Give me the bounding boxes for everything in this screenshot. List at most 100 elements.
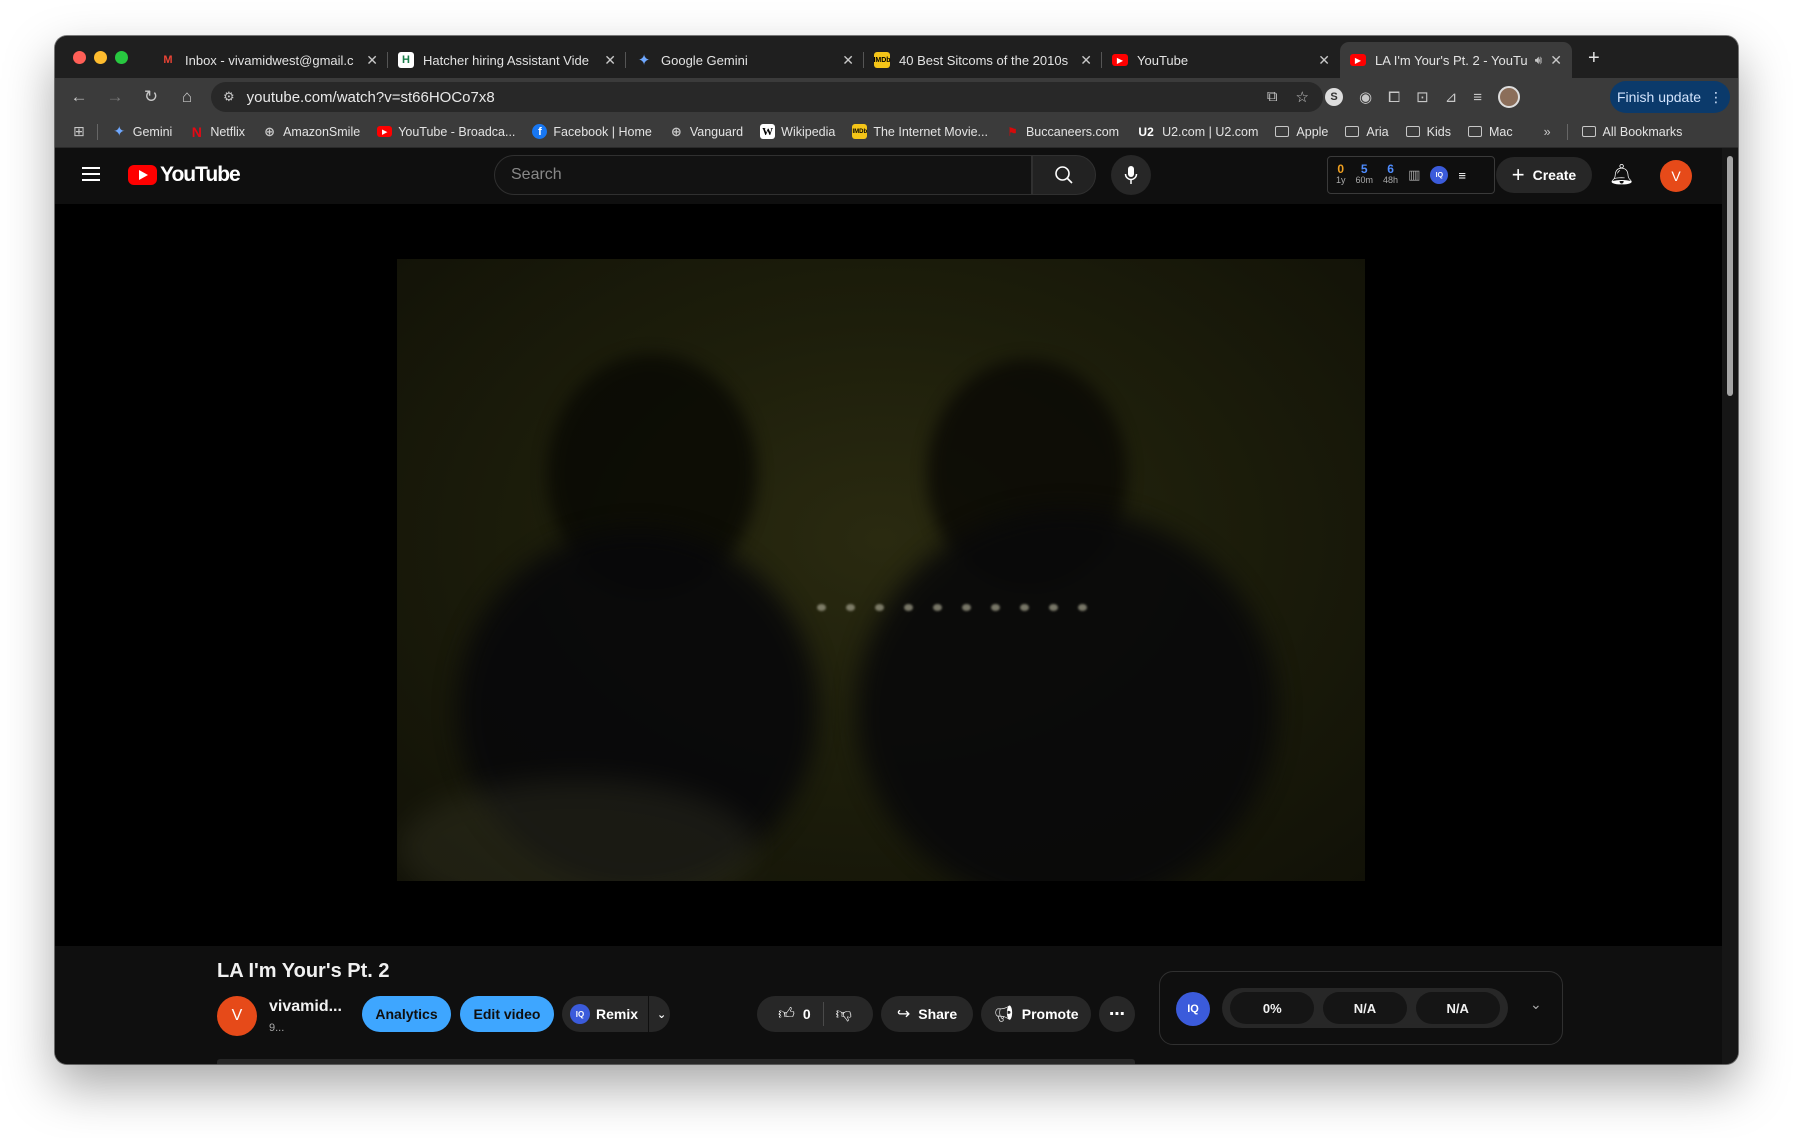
reload-icon[interactable]: ↻ [133, 87, 169, 107]
window-controls [73, 51, 128, 64]
bookmark-amazonsmile[interactable]: ⊕ AmazonSmile [262, 124, 360, 139]
back-icon[interactable]: ← [61, 87, 97, 107]
analytics-button[interactable]: Analytics [362, 996, 451, 1032]
extension-s-icon[interactable]: S [1325, 88, 1343, 106]
channel-name[interactable]: vivamid... [269, 998, 342, 1016]
speaker-icon[interactable]: 🔊︎ [1535, 53, 1543, 68]
notifications-bell-icon[interactable]: 🔔︎ [1609, 162, 1634, 187]
home-icon[interactable]: ⌂ [169, 87, 205, 107]
menu-icon[interactable] [82, 167, 100, 181]
bookmark-imdb[interactable]: IMDb The Internet Movie... [852, 124, 988, 139]
bookmark-label: Vanguard [689, 124, 744, 139]
lens-icon[interactable]: ⊡ [1416, 88, 1429, 106]
kebab-menu-icon[interactable]: ⋮ [1709, 89, 1723, 106]
cast-icon[interactable]: ⊿ [1445, 88, 1458, 106]
bookmark-wikipedia[interactable]: W Wikipedia [760, 124, 835, 139]
vidiq-stats-widget[interactable]: 0 1y 5 60m 6 48h ▥ IQ ≡ [1327, 156, 1495, 194]
list-menu-icon[interactable]: ≡ [1458, 168, 1466, 183]
new-tab-button[interactable]: + [1588, 47, 1600, 78]
share-button[interactable]: ↪ Share [881, 996, 973, 1032]
video-player[interactable] [55, 204, 1722, 946]
bookmark-gemini[interactable]: ✦ Gemini [112, 123, 172, 139]
media-controls-icon[interactable]: ≡ [1473, 89, 1482, 106]
bar-chart-icon[interactable]: ▥ [1408, 167, 1420, 183]
like-divider [822, 1002, 824, 1026]
close-icon[interactable]: ✕ [842, 52, 854, 69]
bookmark-vanguard[interactable]: ⊕ Vanguard [669, 124, 743, 139]
url-text[interactable]: youtube.com/watch?v=st66HOCo7x8 [247, 89, 495, 106]
address-bar[interactable]: ⚙ youtube.com/watch?v=st66HOCo7x8 ⧉ ☆ [211, 82, 1323, 112]
stat-value: 0 [1337, 162, 1345, 176]
bookmark-label: Wikipedia [781, 124, 836, 139]
video-frame[interactable] [397, 259, 1365, 881]
tab-hatcher[interactable]: H Hatcher hiring Assistant Vide ✕ [388, 44, 626, 76]
bookmark-folder-aria[interactable]: Aria [1345, 125, 1389, 139]
tab-youtube[interactable]: ▶ YouTube ✕ [1102, 44, 1340, 76]
bookmark-folder-mac[interactable]: Mac [1467, 125, 1513, 139]
tab-imdb[interactable]: IMDb 40 Best Sitcoms of the 2010s ✕ [864, 44, 1102, 76]
youtube-logo[interactable]: YouTube [128, 163, 241, 187]
like-button[interactable]: 👍︎ 0 [778, 1005, 811, 1024]
close-window-button[interactable] [73, 51, 86, 64]
bookmark-star-icon[interactable]: ☆ [1296, 88, 1309, 106]
minimize-window-button[interactable] [94, 51, 107, 64]
bookmark-label: YouTube - Broadca... [398, 124, 516, 139]
tab-la-im-yours[interactable]: ▶ LA I'm Your's Pt. 2 - YouTu 🔊︎ ✕ [1340, 42, 1572, 78]
zoom-window-button[interactable] [115, 51, 128, 64]
bookmark-netflix[interactable]: N Netflix [189, 124, 245, 140]
bookmark-u2[interactable]: U2 U2.com | U2.com [1136, 124, 1258, 139]
like-dislike-group: 👍︎ 0 👎︎ [757, 996, 873, 1032]
search-input[interactable]: Search [494, 155, 1032, 195]
like-count: 0 [802, 1006, 811, 1022]
bookmark-buccaneers[interactable]: ⚑ Buccaneers.com [1005, 124, 1119, 139]
extension-record-icon[interactable]: ◉ [1359, 88, 1372, 106]
folder-icon [1467, 126, 1482, 137]
bookmark-label: Kids [1426, 124, 1451, 139]
stat-value: 6 [1387, 162, 1394, 176]
tab-gmail[interactable]: M Inbox - vivamidwest@gmail.c ✕ [150, 44, 388, 76]
stat-1y: 0 1y [1336, 162, 1346, 186]
channel-avatar[interactable]: V [217, 996, 257, 1036]
description-box-edge[interactable] [217, 1059, 1135, 1064]
bookmark-youtube-broadcast[interactable]: ▶ YouTube - Broadca... [377, 125, 515, 139]
forward-icon[interactable]: → [97, 87, 133, 107]
metric-value[interactable]: 0% [1230, 992, 1315, 1024]
close-icon[interactable]: ✕ [1080, 52, 1092, 69]
profile-avatar[interactable] [1498, 86, 1521, 108]
scrollbar-thumb[interactable] [1727, 156, 1733, 396]
bookmark-facebook[interactable]: f Facebook | Home [532, 124, 652, 139]
close-icon[interactable]: ✕ [604, 52, 616, 69]
tab-gemini[interactable]: ✦ Google Gemini ✕ [626, 44, 864, 76]
search-button[interactable] [1032, 155, 1096, 195]
voice-search-button[interactable] [1111, 155, 1151, 195]
bookmark-folder-kids[interactable]: Kids [1405, 124, 1451, 139]
vidiq-icon[interactable]: IQ [1430, 166, 1449, 184]
metric-value[interactable]: N/A [1322, 992, 1407, 1024]
close-icon[interactable]: ✕ [366, 52, 378, 69]
create-button[interactable]: + Create [1496, 157, 1592, 193]
account-avatar[interactable]: V [1660, 160, 1692, 192]
install-app-icon[interactable]: ⧉ [1267, 88, 1278, 106]
all-bookmarks[interactable]: All Bookmarks [1581, 125, 1682, 139]
more-actions-button[interactable]: ⋯ [1099, 996, 1135, 1032]
bookmark-folder-apple[interactable]: Apple [1275, 125, 1328, 139]
thumbs-up-icon: 👍︎ [778, 1005, 795, 1023]
page-scrollbar[interactable] [1722, 148, 1738, 1064]
close-icon[interactable]: ✕ [1318, 52, 1330, 69]
vidiq-logo-icon[interactable]: IQ [1176, 992, 1210, 1026]
dislike-button[interactable]: 👎︎ [836, 1005, 852, 1024]
remix-button[interactable]: IQ Remix ⌄ [562, 996, 670, 1032]
chevron-down-icon[interactable]: ⌄ [1530, 996, 1542, 1013]
more-bookmarks-icon[interactable]: » [1544, 125, 1551, 139]
site-info-icon[interactable]: ⚙ [223, 89, 235, 105]
apps-grid-icon[interactable]: ⊞ [73, 123, 85, 140]
edit-video-button[interactable]: Edit video [460, 996, 554, 1032]
metric-value[interactable]: N/A [1415, 992, 1500, 1024]
vidiq-icon: IQ [570, 1004, 590, 1024]
bookmark-separator [1566, 123, 1568, 140]
chevron-down-icon[interactable]: ⌄ [657, 1008, 666, 1021]
close-icon[interactable]: ✕ [1550, 52, 1562, 69]
finish-update-button[interactable]: Finish update ⋮ [1610, 81, 1730, 113]
extensions-puzzle-icon[interactable]: ⧠ [1388, 89, 1400, 106]
promote-button[interactable]: 📢︎ Promote [981, 996, 1091, 1032]
